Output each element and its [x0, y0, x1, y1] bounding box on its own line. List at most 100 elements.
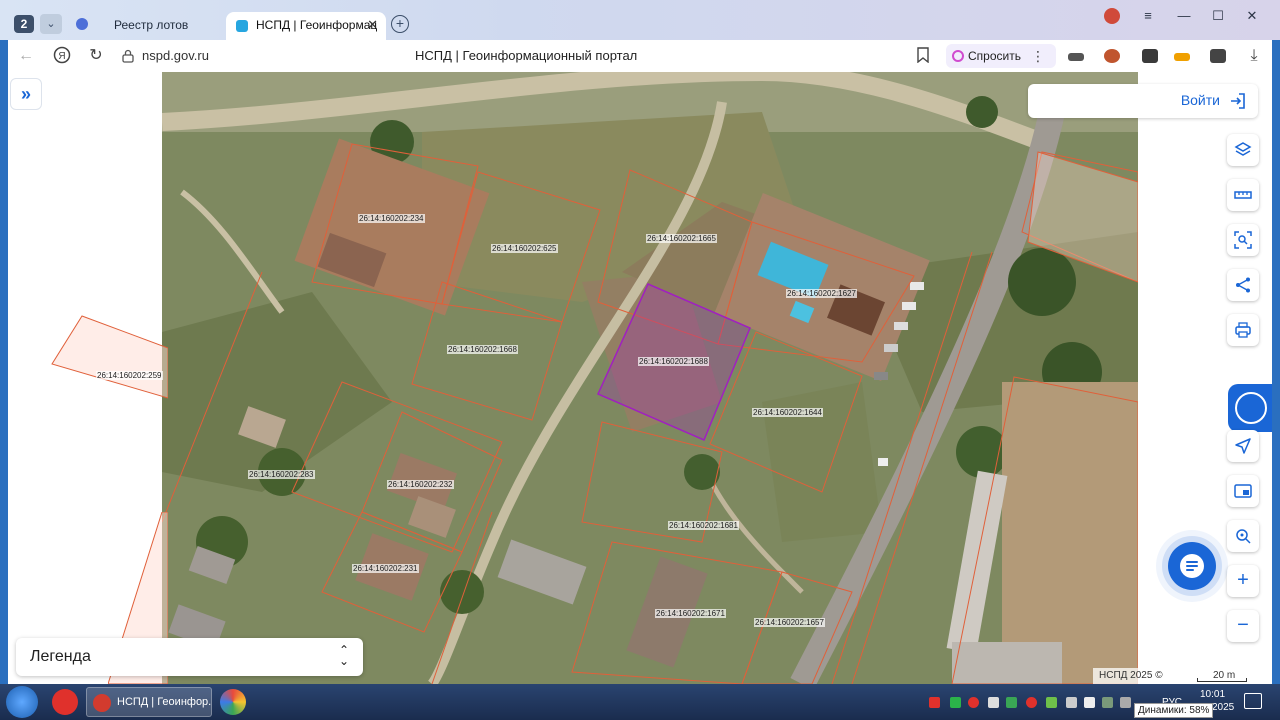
- picture-in-picture-icon: [1234, 484, 1252, 498]
- layers-icon: [1234, 142, 1252, 156]
- minimize-button[interactable]: —: [1174, 8, 1194, 23]
- extension-icon-5[interactable]: [1210, 49, 1226, 63]
- parcel-label[interactable]: 26:14:160202:1627: [786, 289, 857, 298]
- print-button[interactable]: [1227, 314, 1259, 346]
- parcel-label[interactable]: 26:14:160202:1681: [668, 521, 739, 530]
- new-tab-button[interactable]: +: [391, 15, 409, 33]
- tray-icon-6[interactable]: [1026, 697, 1037, 708]
- downloads-icon[interactable]: ⤓: [1244, 46, 1264, 66]
- start-button[interactable]: [6, 686, 38, 718]
- zoom-out-button[interactable]: −: [1227, 610, 1259, 642]
- search-point-button[interactable]: [1227, 520, 1259, 552]
- yandex-browser-icon: [93, 694, 111, 712]
- tab-list-dropdown[interactable]: ⌄: [40, 14, 62, 34]
- parcel-label[interactable]: 26:14:160202:1671: [655, 609, 726, 618]
- login-panel[interactable]: Войти: [1028, 84, 1258, 118]
- navigation-arrow-icon: [1235, 438, 1251, 454]
- tray-icon-9[interactable]: [1084, 697, 1095, 708]
- login-label: Войти: [1180, 92, 1220, 108]
- more-menu-icon[interactable]: ⋮: [1028, 46, 1048, 66]
- tab-nspd-label: НСПД | Геоинформац: [256, 18, 378, 32]
- parcel-259-outline[interactable]: [48, 312, 168, 402]
- map-attribution: НСПД 2025 © 20 m: [1093, 668, 1268, 684]
- volume-icon[interactable]: [1120, 697, 1131, 708]
- tray-icon-3[interactable]: [968, 697, 979, 708]
- maximize-button[interactable]: ☐: [1208, 8, 1228, 24]
- extension-icon-3[interactable]: [1142, 49, 1158, 63]
- network-icon[interactable]: [1102, 697, 1113, 708]
- map-canvas[interactable]: [162, 72, 1138, 684]
- expand-collapse-icon: ⌃ ⌄: [338, 643, 349, 668]
- parcel-label[interactable]: 26:14:160202:234: [358, 214, 425, 223]
- yandex-taskbar-icon[interactable]: [52, 689, 78, 715]
- alice-icon: [952, 50, 964, 62]
- expand-panel-button[interactable]: »: [10, 78, 42, 110]
- legend-panel[interactable]: Легенда ⌃ ⌄: [16, 638, 363, 676]
- profile-icon[interactable]: [1104, 8, 1120, 24]
- tray-icon-5[interactable]: [1006, 697, 1017, 708]
- copyright-text: НСПД 2025 ©: [1099, 670, 1163, 681]
- parcel-label[interactable]: 26:14:160202:1644: [752, 408, 823, 417]
- extension-icon-2[interactable]: [1104, 49, 1120, 63]
- parcel-label[interactable]: 26:14:160202:625: [491, 244, 558, 253]
- parcel-label[interactable]: 26:14:160202:231: [352, 564, 419, 573]
- battery-extension-icon[interactable]: [1174, 53, 1190, 61]
- zoom-in-button[interactable]: +: [1227, 565, 1259, 597]
- bookmark-icon[interactable]: [916, 47, 930, 63]
- volume-tooltip: Динамики: 58%: [1134, 703, 1214, 718]
- tray-icon-1[interactable]: [929, 697, 940, 708]
- url-field[interactable]: nspd.gov.ru: [142, 48, 209, 63]
- tab-count-badge[interactable]: 2: [14, 15, 34, 33]
- legend-label: Легенда: [30, 648, 91, 665]
- parcel-label[interactable]: 26:14:160202:1657: [754, 618, 825, 627]
- nspd-favicon-icon: [236, 20, 248, 32]
- tab-nspd[interactable]: НСПД | Геоинформац ✕: [226, 12, 386, 40]
- lock-icon: [122, 49, 134, 63]
- windows-taskbar: НСПД | Геоинфор... РУС 10:01 2025: [0, 684, 1280, 720]
- satellite-map[interactable]: 26:14:160202:234 26:14:160202:625 26:14:…: [162, 72, 1138, 684]
- tray-icon-4[interactable]: [988, 697, 999, 708]
- tab-registry[interactable]: Реестр лотов: [98, 14, 220, 36]
- notifications-icon[interactable]: [1244, 693, 1262, 709]
- plus-icon: +: [1237, 569, 1249, 591]
- extension-icon-1[interactable]: [1068, 53, 1084, 61]
- geolocation-button[interactable]: [1227, 430, 1259, 462]
- tray-icon-2[interactable]: [950, 697, 961, 708]
- minus-icon: −: [1237, 614, 1249, 636]
- reload-icon[interactable]: ↻: [86, 46, 106, 66]
- svg-text:Я: Я: [58, 51, 65, 62]
- printer-icon: [1235, 322, 1251, 338]
- back-button[interactable]: ←: [16, 46, 36, 66]
- tray-icon-7[interactable]: [1046, 697, 1057, 708]
- close-window-button[interactable]: ✕: [1242, 8, 1262, 24]
- area-select-icon: [1234, 231, 1252, 249]
- scale-bar: [1197, 678, 1247, 682]
- location-search-icon: [1236, 529, 1251, 544]
- parcel-label[interactable]: 26:14:160202:1668: [447, 345, 518, 354]
- login-icon: [1231, 93, 1245, 109]
- measure-button[interactable]: [1227, 179, 1259, 211]
- ruler-icon: [1234, 191, 1252, 199]
- close-tab-icon[interactable]: ✕: [367, 12, 378, 38]
- chrome-taskbar-icon[interactable]: [220, 689, 246, 715]
- browser-toolbar: ← Я ↻ nspd.gov.ru НСПД | Геоинформационн…: [8, 40, 1272, 72]
- tab-favicon: [76, 18, 88, 30]
- select-area-button[interactable]: [1227, 224, 1259, 256]
- nspd-assistant-tab[interactable]: [1228, 384, 1272, 432]
- menu-icon[interactable]: ≡: [1138, 8, 1158, 23]
- parcel-label[interactable]: 26:14:160202:283: [248, 470, 315, 479]
- tray-icon-8[interactable]: [1066, 697, 1077, 708]
- taskbar-browser-window[interactable]: НСПД | Геоинфор...: [86, 687, 212, 717]
- parcel-label[interactable]: 26:14:160202:1688: [638, 357, 709, 366]
- minimap-button[interactable]: [1227, 475, 1259, 507]
- browser-tab-bar: 2 ⌄ Реестр лотов НСПД | Геоинформац ✕ + …: [0, 0, 1280, 40]
- chat-button[interactable]: [1168, 542, 1216, 590]
- layers-button[interactable]: [1227, 134, 1259, 166]
- share-button[interactable]: [1227, 269, 1259, 301]
- chat-icon: [1180, 554, 1204, 578]
- parcel-label[interactable]: 26:14:160202:259: [96, 371, 163, 380]
- parcel-label[interactable]: 26:14:160202:1665: [646, 234, 717, 243]
- parcel-label[interactable]: 26:14:160202:232: [387, 480, 454, 489]
- yandex-home-icon[interactable]: Я: [52, 46, 72, 66]
- map-page: 26:14:160202:234 26:14:160202:625 26:14:…: [8, 72, 1272, 684]
